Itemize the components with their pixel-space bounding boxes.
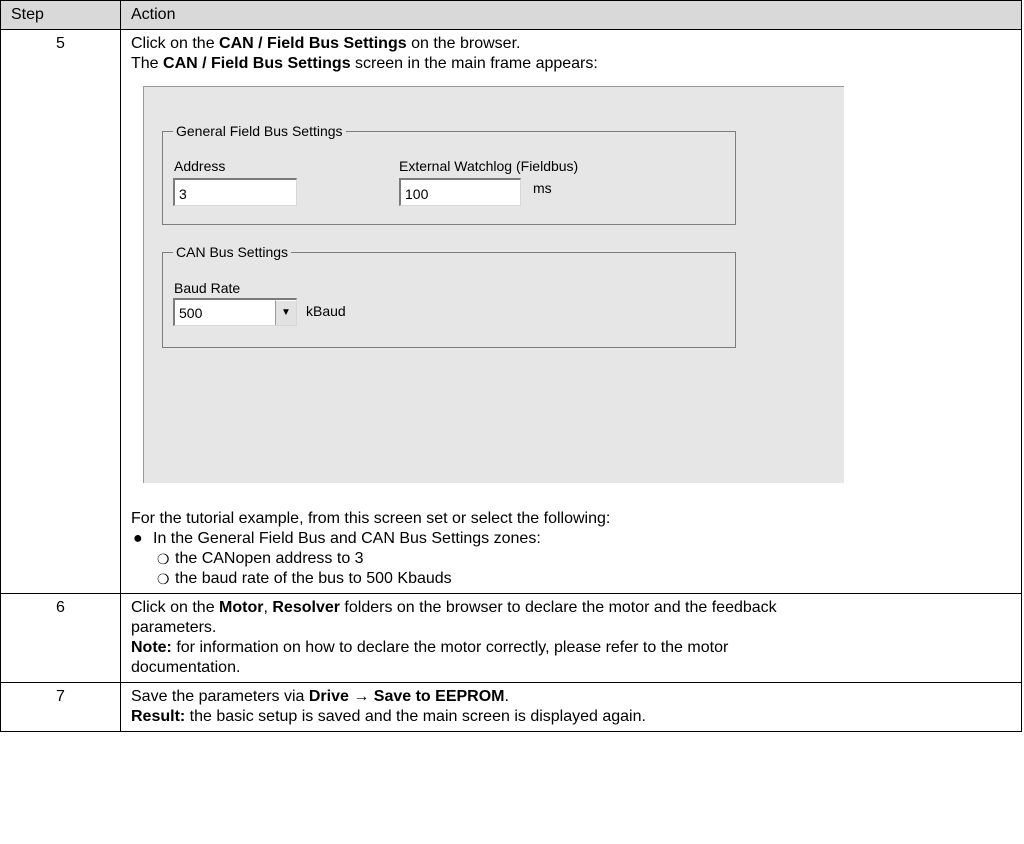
ui-term: Motor [219,599,264,616]
note-line: Note: for information on how to declare … [131,638,1011,658]
header-step: Step [0,0,121,30]
ui-term: CAN / Field Bus Settings [163,55,351,72]
text: Save the parameters via [131,688,309,705]
note-line: documentation. [131,659,241,676]
address-field[interactable]: 3 [173,178,297,206]
result-label: Result: [131,708,186,725]
text: Click on the [131,35,220,52]
note-label: Note: [131,639,172,656]
ui-term: Drive → Save to EEPROM [308,688,505,705]
circle-bullet-icon: ❍ [157,571,170,587]
step-number: 7 [0,682,121,732]
circle-bullet-icon: ❍ [157,551,170,567]
instruction-line: The CAN / Field Bus Settings screen in t… [131,54,1011,74]
instruction-line: Save the parameters via Drive → Save to … [131,687,1011,707]
list-item-text: the baud rate of the bus to 500 Kbauds [175,570,452,587]
list-item-text: the CANopen address to 3 [175,550,364,567]
instruction-line: Click on the Motor, Resolver folders on … [131,598,1011,618]
table-header-row: Step Action [0,0,1022,30]
settings-screenshot: General Field Bus Settings Address 3 Ext… [143,86,844,483]
action-cell: Click on the CAN / Field Bus Settings on… [120,29,1022,594]
text: Click on the [131,599,220,616]
list-item-text: In the General Field Bus and CAN Bus Set… [153,530,541,547]
sub-list-item: ❍ the baud rate of the bus to 500 Kbauds [153,569,1011,589]
sub-list: ❍ the CANopen address to 3 ❍ the baud rate… [153,549,1011,589]
text: the basic setup is saved and the main sc… [185,708,646,725]
ui-term: Resolver [272,599,340,616]
baud-rate-value: 500 [179,305,203,321]
steps-table: Step Action 5 Click on the CAN / Field B… [0,0,1022,732]
watchdog-field[interactable]: 100 [399,178,521,206]
watchdog-unit: ms [533,180,552,196]
step-number: 6 [0,593,121,683]
can-bus-group: CAN Bus Settings Baud Rate 500 ▼ kBaud [162,244,736,348]
table-row: 6 Click on the Motor, Resolver folders o… [0,593,1022,683]
baud-rate-select[interactable]: 500 ▼ [173,298,297,326]
bullet-icon: ● [133,530,143,547]
step-number: 5 [0,29,121,594]
action-cell: Save the parameters via Drive → Save to … [120,682,1022,732]
table-row: 5 Click on the CAN / Field Bus Settings … [0,29,1022,594]
table-row: 7 Save the parameters via Drive → Save t… [0,682,1022,732]
header-action: Action [120,0,1022,30]
ui-term: CAN / Field Bus Settings [219,35,407,52]
address-label: Address [174,158,226,174]
text: for information on how to declare the mo… [171,639,729,656]
can-group-title: CAN Bus Settings [173,244,292,260]
paragraph: For the tutorial example, from this scre… [131,510,611,527]
general-group-title: General Field Bus Settings [173,123,346,139]
text: . [504,688,509,705]
dropdown-arrow-icon[interactable]: ▼ [275,300,296,325]
watchdog-label: External Watchlog (Fieldbus) [399,158,579,174]
result-line: Result: the basic setup is saved and the… [131,707,1011,727]
baud-rate-unit: kBaud [306,303,346,319]
general-field-bus-group: General Field Bus Settings Address 3 Ext… [162,123,736,225]
instruction-line: parameters. [131,619,217,636]
instruction-line: Click on the CAN / Field Bus Settings on… [131,34,1011,54]
sub-list-item: ❍ the CANopen address to 3 [153,549,1011,569]
text: folders on the browser to declare the mo… [339,599,777,616]
text: on the browser. [406,35,521,52]
bullet-list: ● In the General Field Bus and CAN Bus S… [131,529,1011,589]
action-cell: Click on the Motor, Resolver folders on … [120,593,1022,683]
text: screen in the main frame appears: [350,55,598,72]
text: The [131,55,164,72]
baud-rate-label: Baud Rate [174,280,241,296]
list-item: ● In the General Field Bus and CAN Bus S… [131,529,1011,589]
